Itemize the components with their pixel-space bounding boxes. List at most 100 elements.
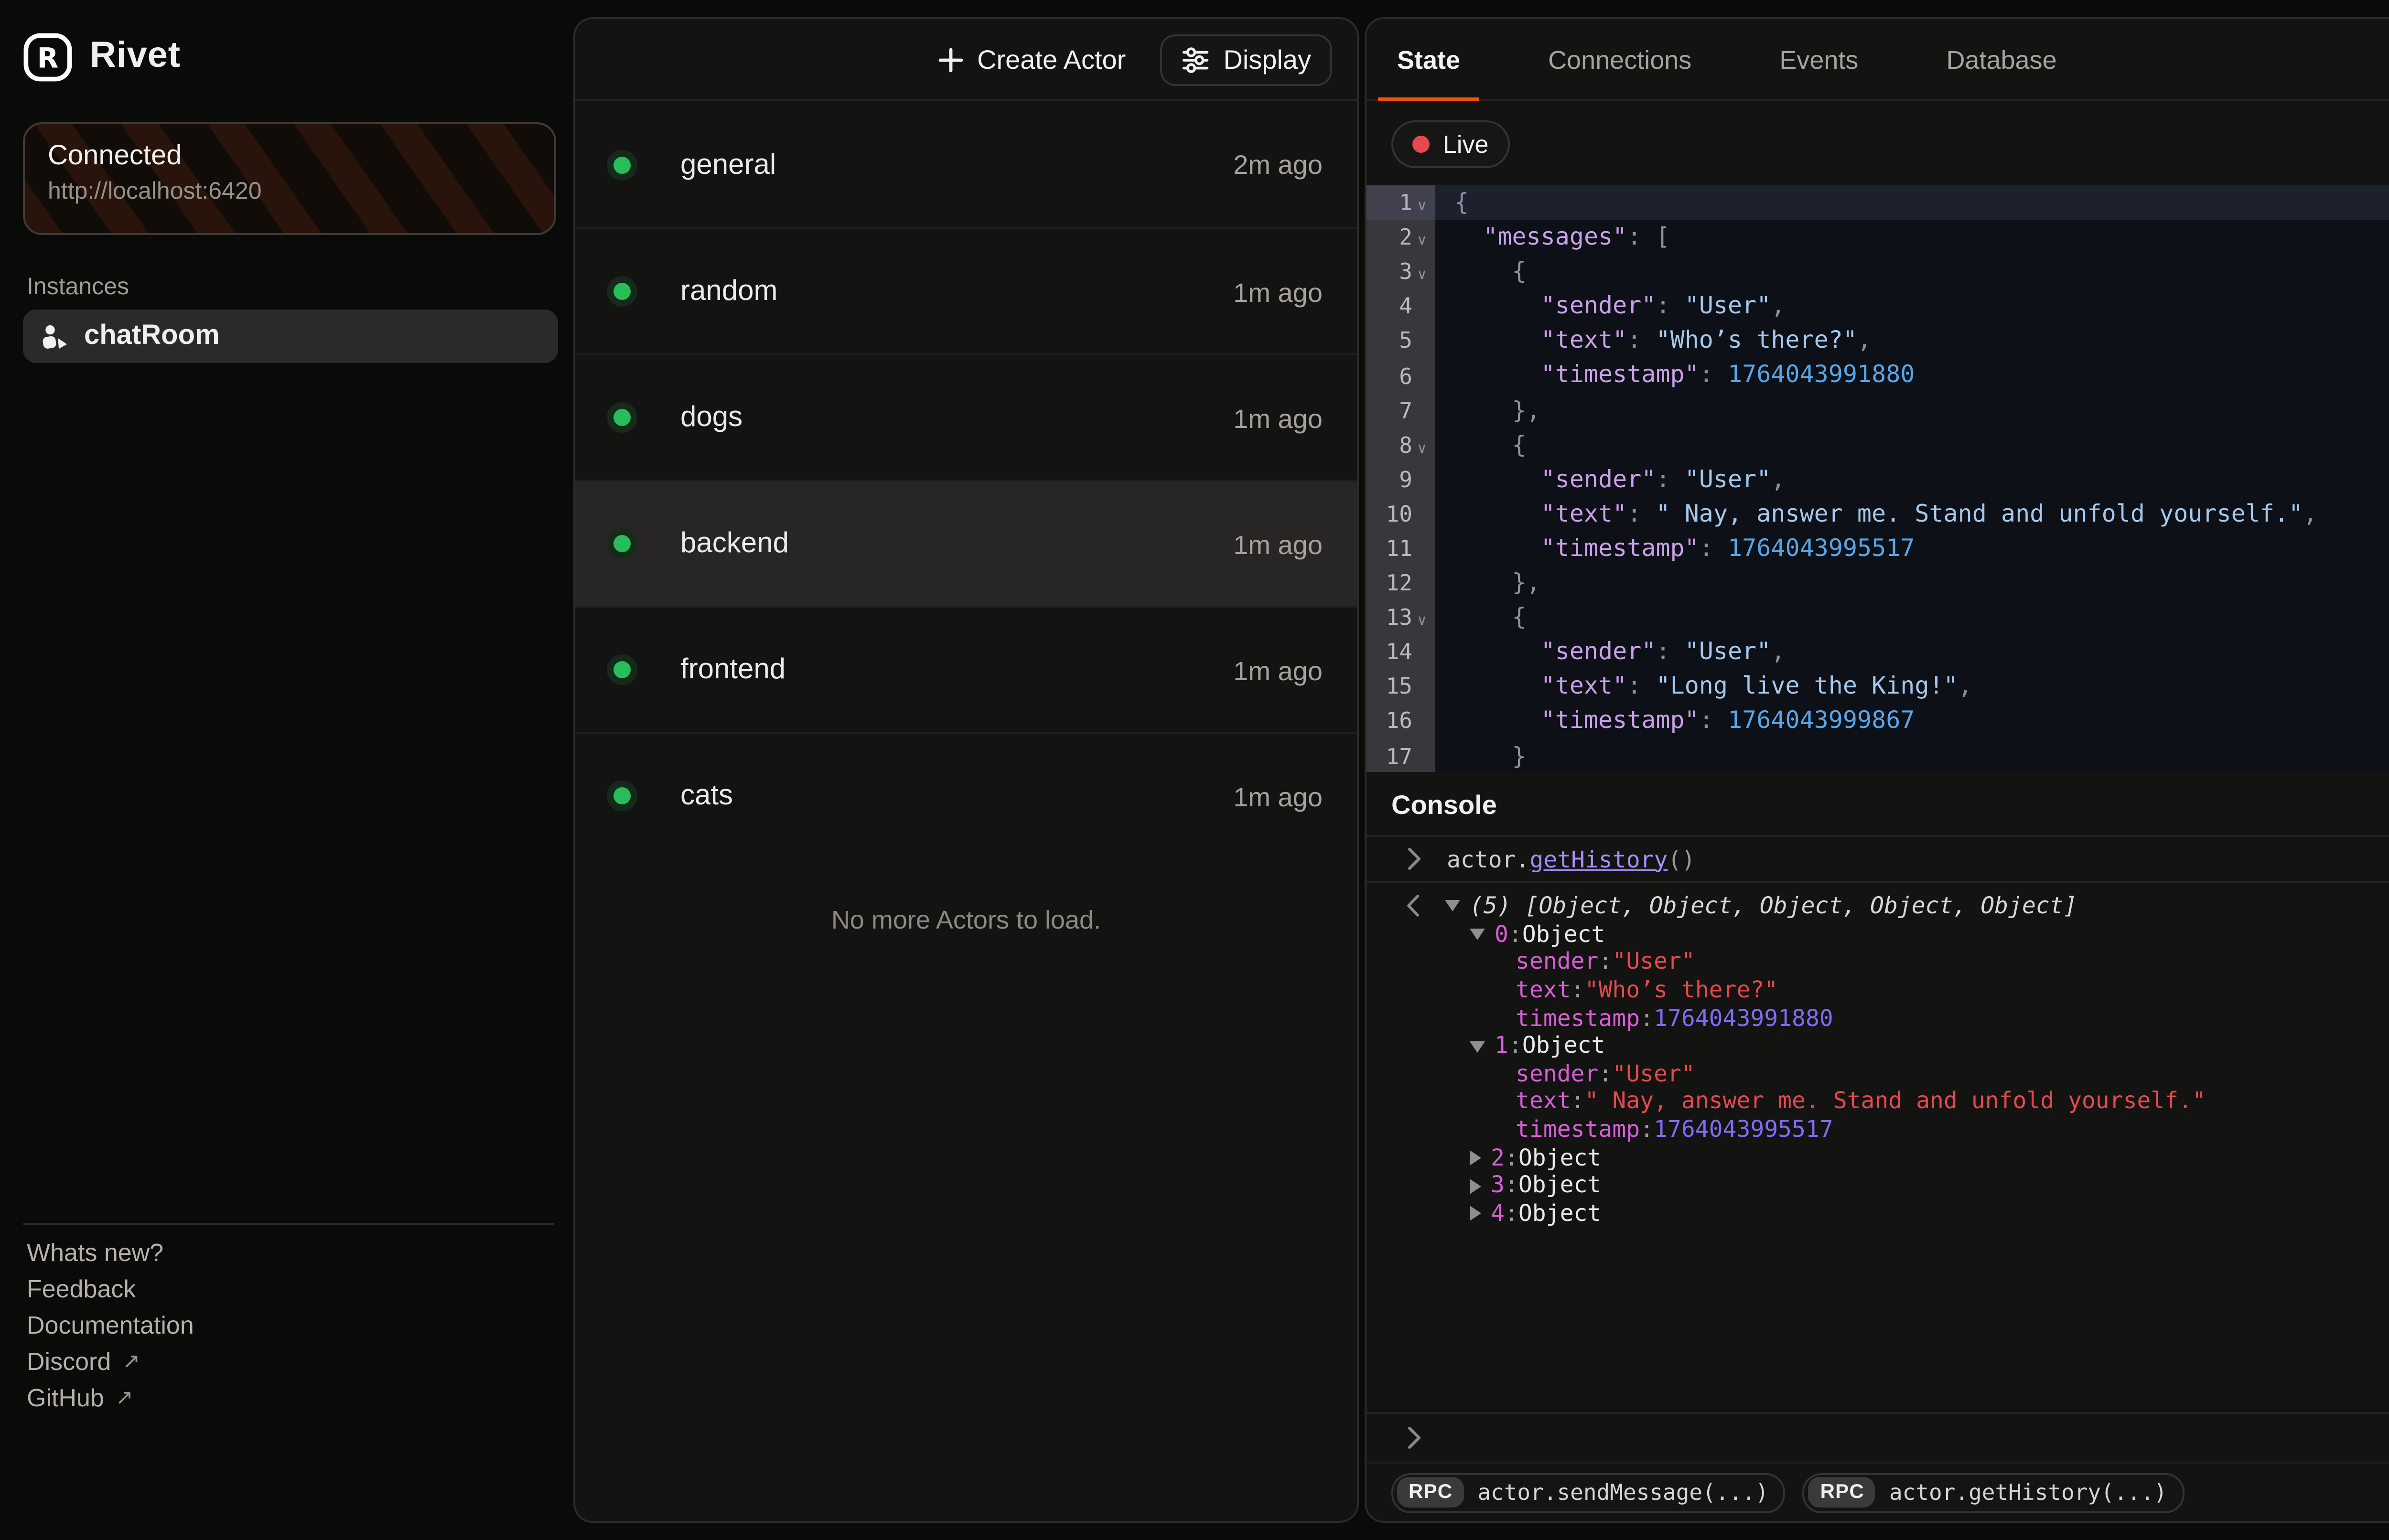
actor-last-seen: 1m ago <box>1233 654 1323 685</box>
prop-colon: : <box>1598 1060 1612 1088</box>
editor-line-number: 13∨ <box>1367 600 1435 635</box>
rpc-method-label: actor.getHistory(...) <box>1889 1479 2167 1506</box>
actor-row[interactable]: dogs1m ago <box>575 353 1357 480</box>
code-line: "text": "Long live the King!", <box>1435 669 2389 704</box>
editor-line-number: 5 <box>1367 324 1435 358</box>
line-number: 16 <box>1386 708 1412 735</box>
actor-name: dogs <box>680 401 743 434</box>
sidebar-link-label: GitHub <box>27 1383 104 1412</box>
app-root: R Rivet Connected http://localhost:6420 … <box>0 0 2389 1540</box>
rpc-buttons-row: RPCactor.sendMessage(...) RPCactor.getHis… <box>1367 1462 2389 1521</box>
editor-line-number: 6 <box>1367 358 1435 393</box>
prop-value: "User" <box>1612 1060 1695 1088</box>
actor-row[interactable]: backend1m ago <box>575 480 1357 606</box>
live-badge[interactable]: Live <box>1391 119 1509 167</box>
line-number: 17 <box>1386 742 1412 769</box>
editor-line-number: 15 <box>1367 669 1435 704</box>
console-history-command: actor.getHistory() <box>1367 837 2389 883</box>
code-line: "sender": "User", <box>1435 289 2389 323</box>
editor-line-number: 17 <box>1367 738 1435 772</box>
console-tree-prop: timestamp: 1764043991880 <box>1367 1004 2389 1032</box>
tree-type: Object <box>1518 1144 1601 1172</box>
actor-row[interactable]: cats1m ago <box>575 732 1357 858</box>
prop-key: timestamp <box>1516 1004 1640 1032</box>
tree-type: Object <box>1518 1200 1601 1228</box>
sidebar-link-label: Feedback <box>27 1274 136 1303</box>
prop-value: " Nay, answer me. Stand and unfold yours… <box>1585 1088 2206 1116</box>
code-line: { <box>1435 428 2389 462</box>
tree-type: Object <box>1522 920 1605 949</box>
actor-name: backend <box>680 527 789 560</box>
return-arrow-icon <box>1407 894 1420 924</box>
sidebar-link-documentation[interactable]: Documentation <box>27 1307 194 1343</box>
tab-database[interactable]: Database <box>1927 19 2076 99</box>
sidebar-link-discord[interactable]: Discord↗ <box>27 1343 194 1380</box>
actors-empty-note: No more Actors to load. <box>575 906 1357 934</box>
status-dot-icon <box>613 535 631 552</box>
console-tree-item[interactable]: 0: Object <box>1367 920 2389 949</box>
editor-code: { "messages": [ { "sender": "User", "tex… <box>1435 185 2389 772</box>
line-number: 4 <box>1399 293 1412 320</box>
sidebar-link-label: Documentation <box>27 1311 194 1339</box>
display-button[interactable]: Display <box>1160 33 1332 85</box>
rivet-logo-icon: R <box>23 32 73 82</box>
create-actor-button[interactable]: Create Actor <box>939 44 1126 75</box>
fold-chevron-icon[interactable]: ∨ <box>1412 266 1431 283</box>
editor-line-number: 11 <box>1367 531 1435 566</box>
expand-triangle-icon[interactable] <box>1470 1206 1481 1221</box>
tree-colon: : <box>1505 1172 1518 1200</box>
tab-state[interactable]: State <box>1378 19 1479 99</box>
actor-row[interactable]: frontend1m ago <box>575 606 1357 732</box>
editor-line-number: 9 <box>1367 462 1435 496</box>
collapse-triangle-icon[interactable] <box>1470 1040 1485 1052</box>
tree-index: 0 <box>1495 920 1508 949</box>
fold-chevron-icon[interactable]: ∨ <box>1412 612 1431 629</box>
tree-index: 2 <box>1491 1144 1505 1172</box>
expand-triangle-icon[interactable] <box>1470 1150 1481 1166</box>
sidebar-link-github[interactable]: GitHub↗ <box>27 1380 194 1416</box>
sidebar-link-feedback[interactable]: Feedback <box>27 1271 194 1307</box>
console-tree-item[interactable]: 3: Object <box>1367 1172 2389 1200</box>
line-number: 3 <box>1399 258 1412 285</box>
sidebar-link-label: Discord <box>27 1347 111 1376</box>
fold-chevron-icon[interactable]: ∨ <box>1412 439 1431 456</box>
rpc-button[interactable]: RPCactor.getHistory(...) <box>1803 1472 2185 1512</box>
code-line: { <box>1435 600 2389 635</box>
rpc-button[interactable]: RPCactor.sendMessage(...) <box>1391 1472 1786 1512</box>
connection-status: Connected <box>48 141 531 172</box>
code-line: "sender": "User", <box>1435 635 2389 669</box>
console-header[interactable]: Console <box>1367 772 2389 837</box>
console-tree-item[interactable]: 1: Object <box>1367 1032 2389 1060</box>
actor-row[interactable]: random1m ago <box>575 227 1357 353</box>
brand: R Rivet <box>23 32 181 82</box>
line-number: 6 <box>1399 362 1412 389</box>
prompt-chevron-icon <box>1407 1425 1422 1460</box>
tree-type: Object <box>1522 1032 1605 1060</box>
state-json-editor[interactable]: 1∨2∨3∨45678∨910111213∨14151617 { "messag… <box>1367 185 2389 772</box>
prop-value: "User" <box>1612 948 1695 976</box>
tab-events[interactable]: Events <box>1760 19 1877 99</box>
code-line: { <box>1435 255 2389 289</box>
sidebar-item-instance[interactable]: chatRoom <box>23 310 558 363</box>
sidebar-divider <box>23 1223 554 1225</box>
sidebar-link-whats-new-[interactable]: Whats new? <box>27 1234 194 1271</box>
line-number: 14 <box>1386 639 1412 665</box>
actor-row[interactable]: general2m ago <box>575 101 1357 227</box>
line-number: 12 <box>1386 569 1412 596</box>
command-object: actor. <box>1447 845 1529 872</box>
prop-colon: : <box>1571 976 1585 1005</box>
tab-connections[interactable]: Connections <box>1529 19 1711 99</box>
console-input-row[interactable] <box>1367 1412 2389 1462</box>
console-tree-item[interactable]: 2: Object <box>1367 1144 2389 1172</box>
expand-triangle-icon[interactable] <box>1470 1178 1481 1194</box>
code-line: "timestamp": 1764043995517 <box>1435 531 2389 566</box>
tree-index: 1 <box>1495 1032 1508 1060</box>
console-tree-item[interactable]: 4: Object <box>1367 1200 2389 1228</box>
sidebar-links: Whats new?FeedbackDocumentationDiscord↗G… <box>27 1234 194 1416</box>
connection-card: Connected http://localhost:6420 <box>23 122 556 235</box>
collapse-triangle-icon[interactable] <box>1470 929 1485 940</box>
array-preview-text: (5) [Object, Object, Object, Object, Obj… <box>1470 892 2077 920</box>
status-dot-icon <box>613 283 631 300</box>
expand-triangle-icon[interactable] <box>1445 900 1460 912</box>
fold-chevron-icon[interactable]: ∨ <box>1412 232 1431 249</box>
